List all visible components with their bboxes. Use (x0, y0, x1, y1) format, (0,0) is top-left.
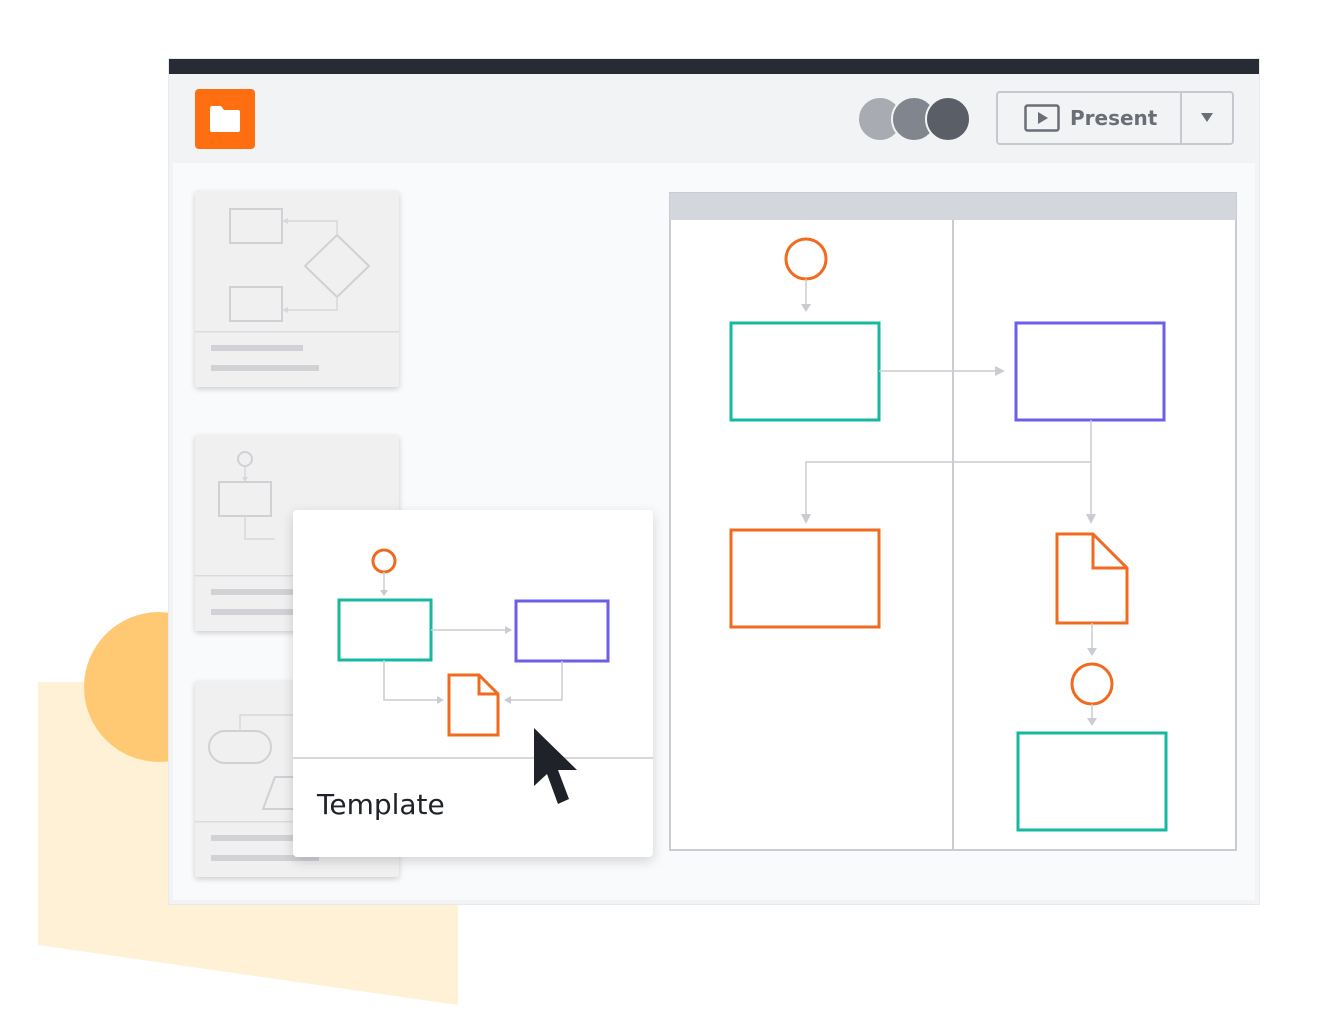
app-logo-button[interactable] (195, 89, 255, 149)
play-icon (1024, 104, 1060, 132)
chevron-down-icon (1201, 113, 1213, 122)
flowchart-thumbnail-image (195, 208, 399, 371)
present-button-group: Present (996, 91, 1234, 145)
swimlane-diagram (669, 192, 1237, 851)
template-thumbnail[interactable] (195, 191, 399, 387)
template-preview-diagram (337, 548, 610, 737)
avatar[interactable] (925, 96, 971, 142)
mouse-cursor-icon (534, 728, 577, 804)
document-canvas: Template (173, 163, 1255, 900)
present-button[interactable]: Present (998, 93, 1182, 143)
window-title-bar (169, 59, 1259, 74)
template-card-label: Template (317, 788, 445, 821)
present-label: Present (1070, 106, 1158, 130)
collaborator-avatars (857, 96, 972, 142)
app-window: Present Template (169, 59, 1259, 904)
folder-icon (210, 106, 240, 132)
present-dropdown-button[interactable] (1182, 93, 1232, 143)
template-card-divider (293, 757, 653, 759)
template-card[interactable]: Template (293, 510, 653, 857)
